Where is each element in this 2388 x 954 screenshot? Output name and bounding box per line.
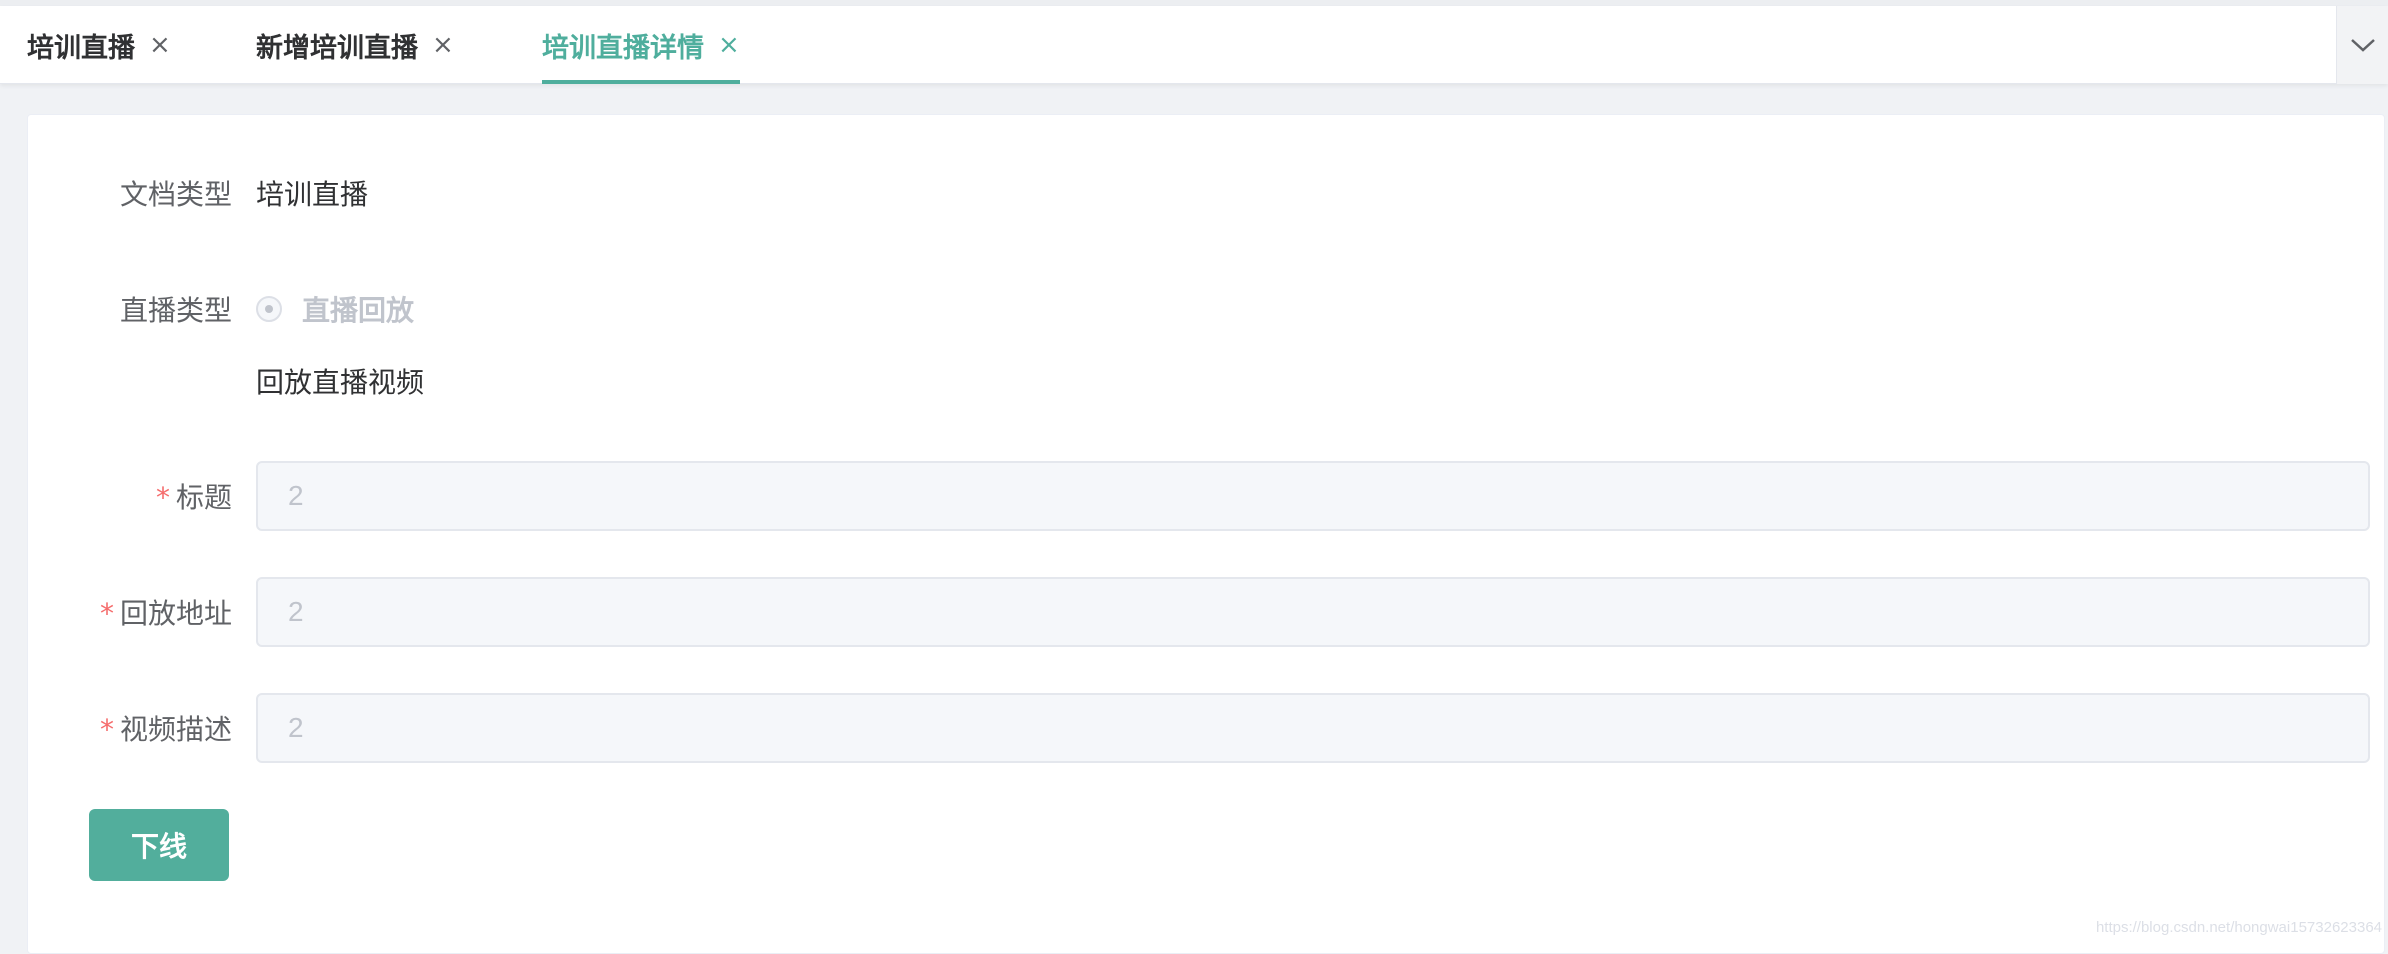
doc-type-row: 文档类型 培训直播 [28, 173, 2386, 213]
tab-training-live[interactable]: 培训直播 × [27, 6, 171, 84]
required-mark: * [100, 713, 114, 746]
video-desc-row: *视频描述 2 [28, 693, 2386, 763]
video-desc-input[interactable]: 2 [256, 693, 2370, 763]
live-type-label: 直播类型 [28, 289, 232, 329]
tab-menu-button[interactable] [2336, 6, 2388, 84]
close-icon[interactable]: × [149, 30, 171, 60]
replay-url-label: *回放地址 [28, 592, 232, 632]
detail-form-card: 文档类型 培训直播 直播类型 直播回放 回放直播视频 *标题 2 *回放地址 2… [27, 114, 2385, 954]
tab-label: 培训直播详情 [542, 26, 704, 65]
offline-button[interactable]: 下线 [89, 809, 229, 881]
tab-training-live-detail[interactable]: 培训直播详情 × [542, 6, 740, 84]
live-type-subtext: 回放直播视频 [256, 361, 424, 401]
radio-icon [256, 296, 282, 322]
live-type-subtext-row: 回放直播视频 [28, 361, 2386, 401]
doc-type-value: 培训直播 [256, 173, 368, 213]
live-type-row: 直播类型 直播回放 [28, 289, 2386, 329]
replay-url-input[interactable]: 2 [256, 577, 2370, 647]
tab-label: 培训直播 [27, 26, 135, 65]
title-input-value: 2 [288, 480, 304, 512]
title-label: *标题 [28, 476, 232, 516]
chevron-down-icon [2350, 37, 2376, 53]
doc-type-label: 文档类型 [28, 173, 232, 213]
close-icon[interactable]: × [432, 30, 454, 60]
tab-bar: 培训直播 × 新增培训直播 × 培训直播详情 × [0, 6, 2388, 84]
live-type-radio-replay[interactable]: 直播回放 [256, 289, 414, 329]
close-icon[interactable]: × [718, 30, 740, 60]
required-mark: * [100, 597, 114, 630]
video-desc-label: *视频描述 [28, 708, 232, 748]
replay-url-input-value: 2 [288, 596, 304, 628]
tab-label: 新增培训直播 [256, 26, 418, 65]
radio-label: 直播回放 [302, 289, 414, 329]
replay-url-row: *回放地址 2 [28, 577, 2386, 647]
title-input[interactable]: 2 [256, 461, 2370, 531]
watermark: https://blog.csdn.net/hongwai15732623364 [2096, 919, 2382, 936]
tab-new-training-live[interactable]: 新增培训直播 × [256, 6, 454, 84]
required-mark: * [156, 481, 170, 514]
title-row: *标题 2 [28, 461, 2386, 531]
video-desc-input-value: 2 [288, 712, 304, 744]
